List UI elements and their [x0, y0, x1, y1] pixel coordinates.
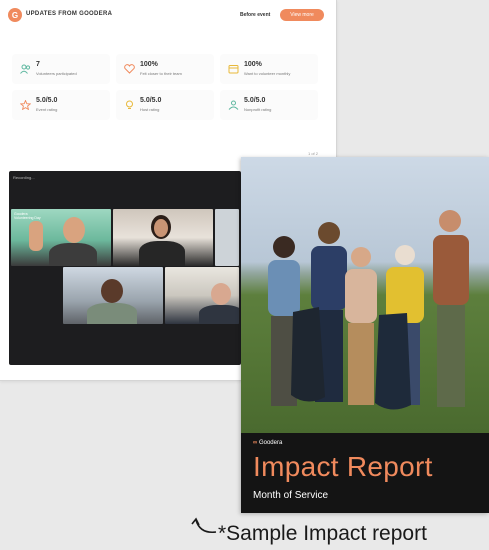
stat-card: 100% Felt closer to their team [116, 54, 214, 84]
report-subtitle: Month of Service [253, 490, 329, 501]
stat-card: 7 Volunteers participated [12, 54, 110, 84]
participant-head [101, 279, 123, 303]
stat-label: Host rating [140, 107, 160, 112]
stat-label: Felt closer to their team [140, 71, 182, 76]
report-logo: ∞ Goodera [253, 440, 282, 446]
stat-value: 100% [244, 61, 262, 68]
participant-tile[interactable] [63, 267, 163, 324]
star-icon [19, 99, 31, 111]
goodera-mark-icon: ∞ [253, 440, 258, 446]
report-logo-text: Goodera [258, 440, 283, 446]
stat-card: 5.0/5.0 Host rating [116, 90, 214, 120]
video-call-window: Recording... Goodera Volunteering Day [9, 171, 241, 365]
tile-caption: Goodera Volunteering Day [14, 212, 41, 220]
participant-body [87, 303, 137, 324]
people-icon [19, 63, 31, 75]
sample-report-note: *Sample Impact report [218, 522, 427, 545]
stat-value: 7 [36, 61, 40, 68]
recording-label: Recording... [13, 175, 35, 180]
goodera-logo: G [8, 8, 22, 22]
stats-grid: 7 Volunteers participated 100% Felt clos… [12, 54, 318, 126]
participant-head [211, 283, 231, 305]
participant-arm [29, 221, 43, 251]
participant-body [139, 241, 185, 266]
stat-value: 5.0/5.0 [244, 97, 266, 104]
before-event-link[interactable]: Before event [240, 12, 270, 18]
stat-value: 100% [140, 61, 158, 68]
participant-tile[interactable]: Goodera Volunteering Day [11, 209, 111, 266]
stat-card: 100% Want to volunteer monthly [220, 54, 318, 84]
volunteers-illustration [268, 210, 469, 410]
stat-card: 5.0/5.0 Event rating [12, 90, 110, 120]
dashboard-header: G UPDATES FROM GOODERA ⌄ Before event Vi… [8, 8, 328, 24]
curved-arrow-icon [191, 517, 217, 534]
report-title: Impact Report [253, 451, 433, 482]
hands-icon [227, 99, 239, 111]
bulb-icon [123, 99, 135, 111]
page-indicator: 1 of 2 [308, 151, 319, 156]
stat-value: 5.0/5.0 [36, 97, 58, 104]
participant-tile[interactable] [113, 209, 213, 266]
stat-label: Nonprofit rating [244, 107, 272, 112]
participant-body [49, 243, 97, 266]
participant-head [63, 217, 85, 243]
stat-card: 5.0/5.0 Nonprofit rating [220, 90, 318, 120]
calendar-icon [227, 63, 239, 75]
participant-face [154, 219, 168, 237]
volunteers-photo [241, 157, 489, 433]
chevron-down-icon[interactable]: ⌄ [108, 10, 113, 17]
impact-report-cover: ∞ Goodera Impact Report Month of Service [241, 157, 489, 513]
stat-label: Event rating [36, 107, 58, 112]
dashboard-title: UPDATES FROM GOODERA [26, 11, 113, 17]
stat-label: Volunteers participated [36, 71, 77, 76]
heart-icon [123, 63, 135, 75]
participant-tile[interactable] [215, 209, 239, 266]
participant-body [199, 305, 239, 324]
stat-value: 5.0/5.0 [140, 97, 162, 104]
stat-label: Want to volunteer monthly [244, 71, 291, 76]
participant-tile[interactable] [165, 267, 239, 324]
view-more-button[interactable]: View more [280, 9, 324, 21]
